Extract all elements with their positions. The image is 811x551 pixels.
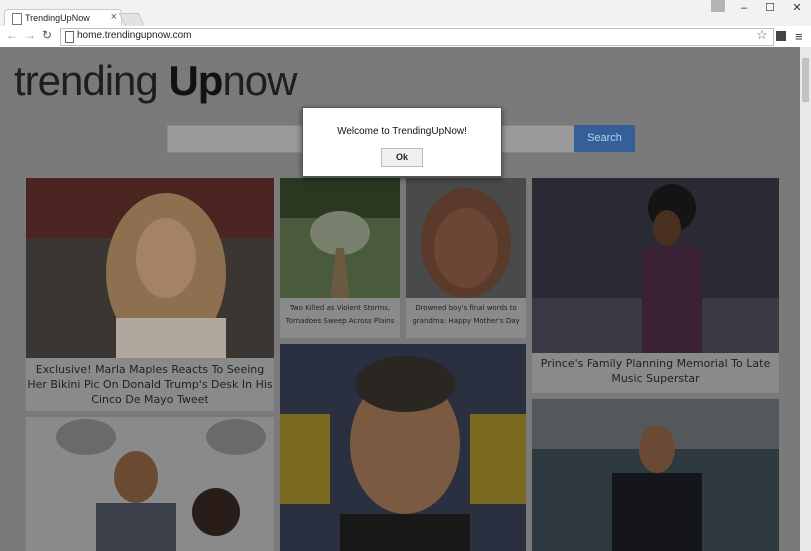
ok-button[interactable]: Ok (381, 148, 423, 167)
card-caption: Drowned boy's final words to grandma: Ha… (412, 304, 520, 325)
minimize-button[interactable]: – (730, 0, 758, 16)
url-text: home.trendingupnow.com (77, 30, 192, 41)
profile-icon[interactable] (711, 0, 725, 12)
news-card[interactable]: Prince's Family Planning Memorial To Lat… (532, 178, 779, 393)
news-card[interactable] (532, 399, 779, 551)
news-card[interactable]: Drowned boy's final words to grandma: Ha… (406, 178, 526, 338)
forward-icon[interactable]: → (23, 28, 37, 42)
news-card[interactable] (280, 344, 526, 551)
close-window-button[interactable]: ✕ (783, 0, 811, 16)
logo-text-trending: trending (14, 57, 169, 104)
logo-text-now: now (222, 57, 297, 104)
alert-dialog: Welcome to TrendingUpNow! Ok (302, 107, 502, 177)
card-image (280, 178, 400, 298)
logo-text-up: Up (168, 57, 223, 104)
menu-icon[interactable]: ≡ (795, 29, 803, 44)
card-image (280, 344, 526, 551)
card-image (26, 178, 274, 358)
card-image (532, 399, 779, 551)
dialog-message: Welcome to TrendingUpNow! (337, 126, 467, 137)
scrollbar[interactable] (800, 47, 811, 551)
page-icon (12, 13, 22, 25)
tab-close-icon[interactable]: × (111, 11, 117, 23)
card-caption: Two Killed as Violent Storms, Tornadoes … (285, 304, 395, 325)
maximize-button[interactable]: ☐ (756, 0, 784, 16)
extension-icon[interactable] (776, 31, 786, 41)
search-button[interactable]: Search (574, 125, 635, 152)
tab-title: TrendingUpNow (25, 13, 90, 23)
card-image (26, 417, 274, 551)
page-icon (65, 31, 74, 43)
back-icon[interactable]: ← (5, 28, 19, 42)
bookmark-star-icon[interactable]: ☆ (756, 27, 768, 43)
news-card[interactable]: Exclusive! Marla Maples Reacts To Seeing… (26, 178, 274, 411)
scrollbar-thumb[interactable] (802, 58, 809, 102)
card-caption: Exclusive! Marla Maples Reacts To Seeing… (27, 363, 273, 406)
card-caption: Prince's Family Planning Memorial To Lat… (540, 357, 771, 385)
site-logo[interactable]: trending Upnow (14, 57, 298, 105)
news-card[interactable] (26, 417, 274, 551)
reload-icon[interactable]: ↻ (40, 28, 54, 42)
address-bar[interactable]: home.trendingupnow.com (60, 28, 774, 46)
card-image (532, 178, 779, 353)
news-card[interactable]: Two Killed as Violent Storms, Tornadoes … (280, 178, 400, 338)
card-image (406, 178, 526, 298)
